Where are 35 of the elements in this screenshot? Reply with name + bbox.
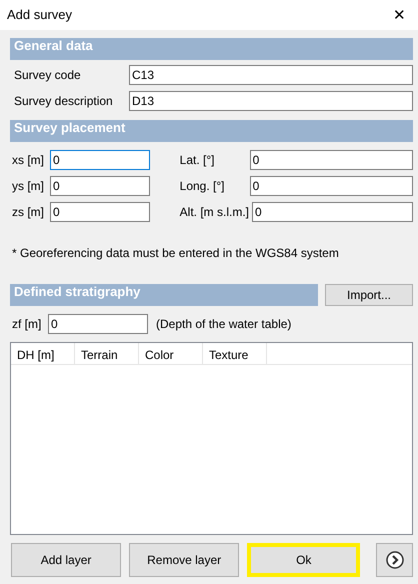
input-field[interactable]: 0 [50,176,150,196]
field-label: xs [m] [11,152,45,169]
column-header[interactable]: DH [m] [11,343,75,365]
input-field[interactable]: 0 [48,314,148,334]
field-label: Survey description [13,93,114,110]
field-label: Long. [°] [178,178,226,195]
column-header[interactable]: Terrain [75,343,139,365]
column-header[interactable]: Color [139,343,203,365]
input-field[interactable]: C13 [129,65,413,85]
input-field[interactable]: 0 [252,202,413,222]
field-label: ys [m] [11,178,45,195]
hint-text: (Depth of the water table) [156,316,292,333]
input-field[interactable]: 0 [250,150,413,170]
import-button[interactable]: Import... [325,284,413,306]
next-button[interactable] [376,543,413,577]
field-label: Lat. [°] [178,152,216,169]
section-header: Defined stratigraphy [10,284,318,306]
field-label: Survey code [13,67,82,84]
input-field[interactable]: D13 [129,91,413,111]
field-label: Alt. [m s.l.m.] [178,204,250,221]
section-header: General data [10,38,413,60]
arrow-right-icon [386,551,404,569]
window-title: Add survey [7,6,72,24]
dialog-button[interactable]: Add layer [11,543,122,577]
column-header[interactable]: Texture [203,343,267,365]
field-label: zs [m] [11,204,45,221]
section-header: Survey placement [10,120,413,142]
close-button[interactable]: ✕ [389,8,410,22]
dialog-button[interactable]: Remove layer [129,543,240,577]
input-field[interactable]: 0 [50,150,150,170]
field-label: zf [m] [11,316,42,333]
input-field[interactable]: 0 [50,202,150,222]
note-text: * Georeferencing data must be entered in the WGS84 system [11,245,340,262]
dialog-button[interactable]: Ok [247,543,360,577]
input-field[interactable]: 0 [250,176,413,196]
